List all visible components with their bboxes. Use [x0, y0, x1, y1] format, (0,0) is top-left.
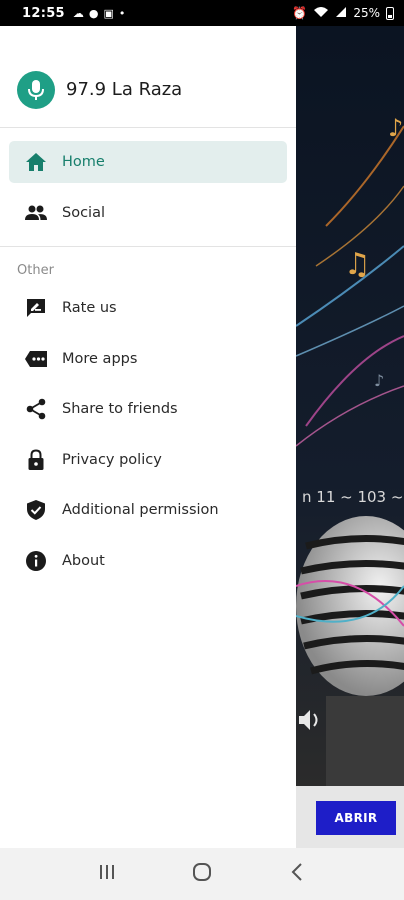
drawer-item-more-apps[interactable]: More apps: [9, 338, 287, 380]
drawer-item-label: Additional permission: [62, 502, 219, 519]
svg-text:♫: ♫: [344, 247, 371, 282]
home-circle-icon: [192, 862, 212, 886]
back-button[interactable]: [277, 854, 317, 894]
wifi-icon: [313, 6, 329, 21]
app-title: 97.9 La Raza: [66, 79, 183, 100]
lock-icon: [24, 448, 48, 472]
drawer-item-home[interactable]: Home: [9, 141, 287, 183]
share-icon: [24, 397, 48, 421]
microphone-logo-icon: [17, 70, 55, 109]
drawer-item-label: About: [62, 552, 105, 569]
battery-icon: [386, 6, 394, 20]
rate-icon: [24, 296, 48, 320]
cloud-icon: ☁: [72, 6, 84, 20]
status-bar: 12:55 ☁ ● ▣ • ⏰ 25%: [0, 0, 404, 26]
shield-check-icon: [24, 498, 48, 522]
back-icon: [291, 863, 303, 885]
drawer-item-label: Home: [62, 154, 105, 170]
status-time: 12:55: [22, 5, 65, 21]
navigation-drawer: 97.9 La Raza Home Social Other Rate us M…: [0, 26, 296, 848]
drawer-item-label: Rate us: [62, 300, 117, 316]
background-app: ♫ ♪ ♪ n 11 ~ 103 ~ ABRIR: [296, 26, 404, 848]
drawer-item-social[interactable]: Social: [9, 192, 287, 234]
battery-label: 25%: [353, 6, 380, 20]
drawer-item-label: Social: [62, 205, 105, 221]
drawer-item-additional-permission[interactable]: Additional permission: [9, 489, 287, 531]
signal-icon: [335, 6, 347, 21]
info-icon: [24, 549, 48, 573]
svg-text:♪: ♪: [388, 114, 403, 142]
drawer-item-label: Privacy policy: [62, 451, 162, 468]
people-icon: [24, 201, 48, 225]
drawer-item-rate-us[interactable]: Rate us: [9, 287, 287, 329]
more-apps-icon: [24, 347, 48, 371]
recents-icon: [98, 864, 116, 884]
drawer-item-privacy-policy[interactable]: Privacy policy: [9, 439, 287, 481]
drawer-header: 97.9 La Raza: [0, 26, 296, 128]
system-nav-bar: [0, 848, 404, 900]
drawer-item-label: Share to friends: [62, 401, 178, 418]
chat-icon: ●: [88, 6, 99, 20]
dot-icon: •: [118, 6, 126, 20]
drawer-item-about[interactable]: About: [9, 540, 287, 582]
svg-text:♪: ♪: [374, 371, 384, 390]
drawer-item-label: More apps: [62, 350, 138, 367]
recents-button[interactable]: [87, 854, 127, 894]
main-nav: Home Social: [0, 128, 296, 247]
drawer-item-share[interactable]: Share to friends: [9, 388, 287, 430]
home-button[interactable]: [182, 854, 222, 894]
alarm-icon: ⏰: [292, 6, 308, 20]
background-now-playing-text: n 11 ~ 103 ~: [302, 488, 404, 506]
other-section-heading: Other: [17, 263, 54, 278]
open-button[interactable]: ABRIR: [316, 801, 396, 835]
bag-icon: ▣: [103, 6, 114, 20]
other-nav: Rate us More apps Share to friends Priva…: [0, 287, 296, 582]
home-icon: [24, 150, 48, 174]
background-artwork: ♫ ♪ ♪: [296, 26, 404, 786]
notification-icons: ☁ ● ▣ •: [73, 7, 126, 20]
system-icons: ⏰ 25%: [292, 6, 394, 21]
